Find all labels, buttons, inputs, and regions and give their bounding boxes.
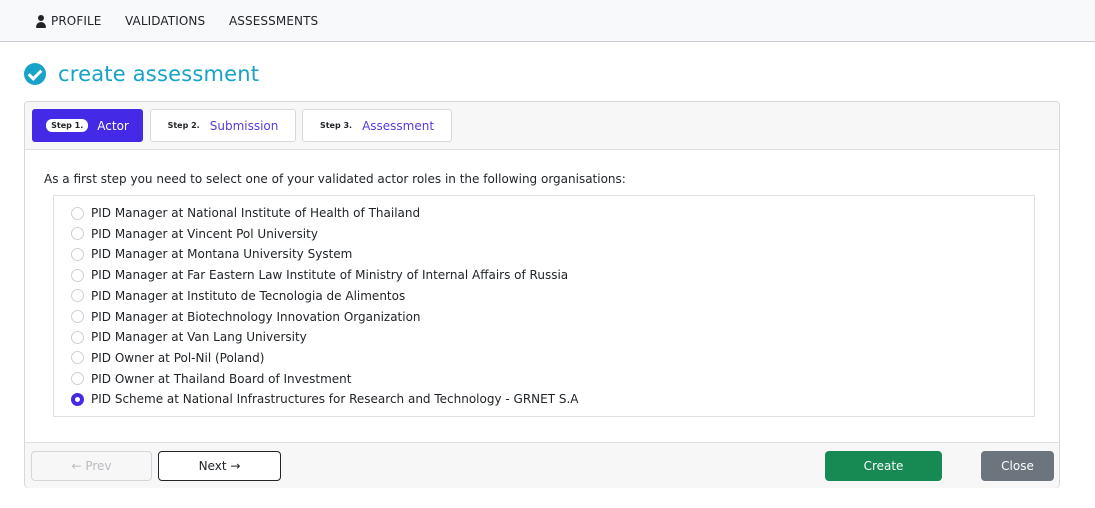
option-label: PID Manager at National Institute of Hea… — [91, 206, 421, 220]
step-label: Actor — [97, 118, 129, 133]
radio-button-checked[interactable] — [71, 392, 84, 406]
nav-assessments[interactable]: ASSESSMENTS — [229, 12, 318, 30]
step-badge: Step 3. — [319, 121, 353, 130]
wizard-card: Step 1. Actor Step 2. Submission Step 3.… — [24, 101, 1060, 488]
step-label: Assessment — [362, 118, 435, 133]
actor-role-list: PID Manager at National Institute of Hea… — [53, 195, 1035, 417]
radio-button[interactable] — [71, 372, 84, 386]
radio-button[interactable] — [71, 289, 84, 303]
actor-role-option[interactable]: PID Manager at Montana University System — [71, 245, 352, 263]
option-label: PID Owner at Pol-Nil (Poland) — [91, 350, 265, 365]
option-label: PID Owner at Thailand Board of Investmen… — [91, 371, 352, 386]
actor-role-option[interactable]: PID Manager at Van Lang University — [71, 328, 307, 346]
radio-button[interactable] — [71, 310, 84, 323]
nav-profile-label: PROFILE — [51, 14, 102, 28]
wizard-steps: Step 1. Actor Step 2. Submission Step 3.… — [25, 102, 1059, 150]
page-title: create assessment — [58, 62, 260, 86]
radio-button[interactable] — [71, 330, 84, 344]
actor-role-option[interactable]: PID Manager at Instituto de Tecnologia d… — [71, 287, 405, 305]
instruction-text: As a first step you need to select one o… — [44, 172, 626, 186]
actor-role-option[interactable]: PID Owner at Thailand Board of Investmen… — [71, 370, 351, 388]
actor-role-option[interactable]: PID Manager at Far Eastern Law Institute… — [71, 266, 568, 284]
radio-button[interactable] — [71, 206, 84, 220]
actor-role-option[interactable]: PID Manager at Biotechnology Innovation … — [71, 308, 421, 326]
option-label: PID Manager at Montana University System — [91, 247, 353, 262]
step-badge: Step 1. — [46, 119, 89, 132]
step-badge: Step 2. — [167, 121, 200, 130]
step-label: Submission — [209, 118, 279, 133]
page-header: create assessment — [24, 62, 259, 86]
option-label: PID Manager at Far Eastern Law Institute… — [91, 268, 569, 283]
radio-button[interactable] — [71, 268, 84, 282]
next-button[interactable]: Next → — [158, 451, 281, 481]
option-label: PID Manager at Instituto de Tecnologia d… — [91, 288, 406, 303]
nav-validations[interactable]: VALIDATIONS — [125, 12, 205, 30]
tab-step-1-actor[interactable]: Step 1. Actor — [32, 109, 143, 142]
actor-role-option-selected[interactable]: PID Scheme at National Infrastructures f… — [71, 390, 579, 408]
person-icon — [35, 14, 47, 28]
option-label: PID Manager at Biotechnology Innovation … — [91, 309, 421, 324]
option-label: PID Manager at Van Lang University — [91, 330, 307, 345]
option-label: PID Scheme at National Infrastructures f… — [91, 392, 579, 407]
actor-role-option[interactable]: PID Manager at National Institute of Hea… — [71, 204, 420, 222]
option-label: PID Manager at Vincent Pol University — [91, 226, 318, 241]
tab-step-3-assessment[interactable]: Step 3. Assessment — [302, 109, 452, 142]
wizard-footer: ← Prev Next → Create Close — [25, 442, 1059, 488]
tab-step-2-submission[interactable]: Step 2. Submission — [150, 109, 296, 142]
create-button[interactable]: Create — [825, 451, 942, 481]
top-navbar: PROFILE VALIDATIONS ASSESSMENTS — [0, 0, 1095, 42]
radio-button[interactable] — [71, 247, 84, 261]
radio-button[interactable] — [71, 227, 84, 241]
actor-role-option[interactable]: PID Owner at Pol-Nil (Poland) — [71, 349, 264, 367]
radio-button[interactable] — [71, 351, 84, 365]
nav-profile[interactable]: PROFILE — [35, 12, 101, 30]
check-circle-icon — [24, 63, 46, 85]
prev-button[interactable]: ← Prev — [31, 451, 152, 481]
actor-role-option[interactable]: PID Manager at Vincent Pol University — [71, 225, 318, 243]
close-button[interactable]: Close — [981, 451, 1054, 481]
